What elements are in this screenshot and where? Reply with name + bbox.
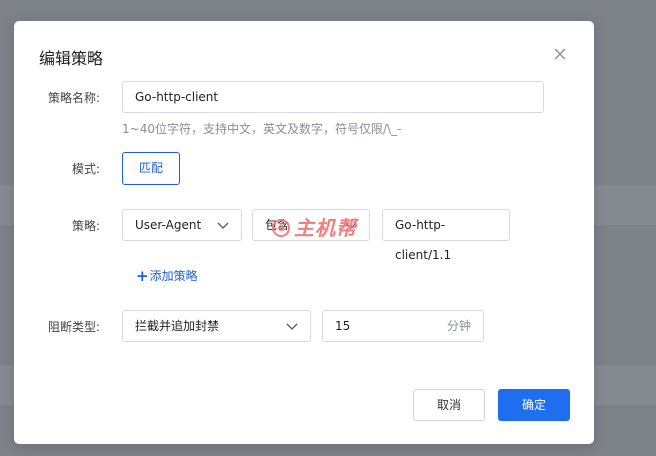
watermark-logo-icon: [272, 219, 290, 237]
plus-icon: +: [136, 267, 149, 285]
ban-duration-input[interactable]: 15 分钟: [322, 310, 484, 342]
strategy-label: 策略:: [71, 219, 100, 233]
strategy-name-value: Go-http-client: [135, 90, 219, 104]
block-type-select[interactable]: 拦截并追加封禁: [122, 310, 311, 342]
watermark-text: 主机帮: [294, 216, 357, 240]
ban-duration-value: 15: [335, 319, 351, 333]
strategy-value-input[interactable]: Go-http-client/1.1: [382, 209, 510, 262]
confirm-button[interactable]: 确定: [498, 389, 570, 421]
block-type-label: 阻断类型:: [47, 320, 100, 334]
name-hint: 1~40位字符，支持中文，英文及数字，符号仅限/\_-: [122, 122, 402, 136]
strategy-field-select[interactable]: User-Agent: [122, 209, 242, 241]
match-mode-button[interactable]: 匹配: [122, 152, 180, 185]
strategy-field-value: User-Agent: [135, 218, 202, 232]
add-strategy-label: 添加策略: [149, 269, 198, 283]
block-type-value: 拦截并追加封禁: [135, 319, 220, 333]
ban-duration-unit: 分钟: [446, 319, 471, 333]
add-strategy-link[interactable]: +添加策略: [136, 266, 198, 285]
dialog-title: 编辑策略: [39, 49, 104, 68]
cancel-button[interactable]: 取消: [413, 389, 485, 421]
strategy-value-text: Go-http-client/1.1: [395, 218, 452, 262]
edit-strategy-dialog: 编辑策略 策略名称: Go-http-client 1~40位字符，支持中文，英…: [14, 21, 594, 444]
site-watermark: 主机帮: [272, 212, 357, 241]
mode-label: 模式:: [71, 162, 100, 176]
strategy-name-input[interactable]: Go-http-client: [122, 81, 544, 113]
chevron-down-icon: [286, 323, 298, 330]
name-label: 策略名称:: [47, 91, 100, 105]
close-icon[interactable]: [552, 46, 568, 62]
chevron-down-icon: [217, 222, 229, 229]
